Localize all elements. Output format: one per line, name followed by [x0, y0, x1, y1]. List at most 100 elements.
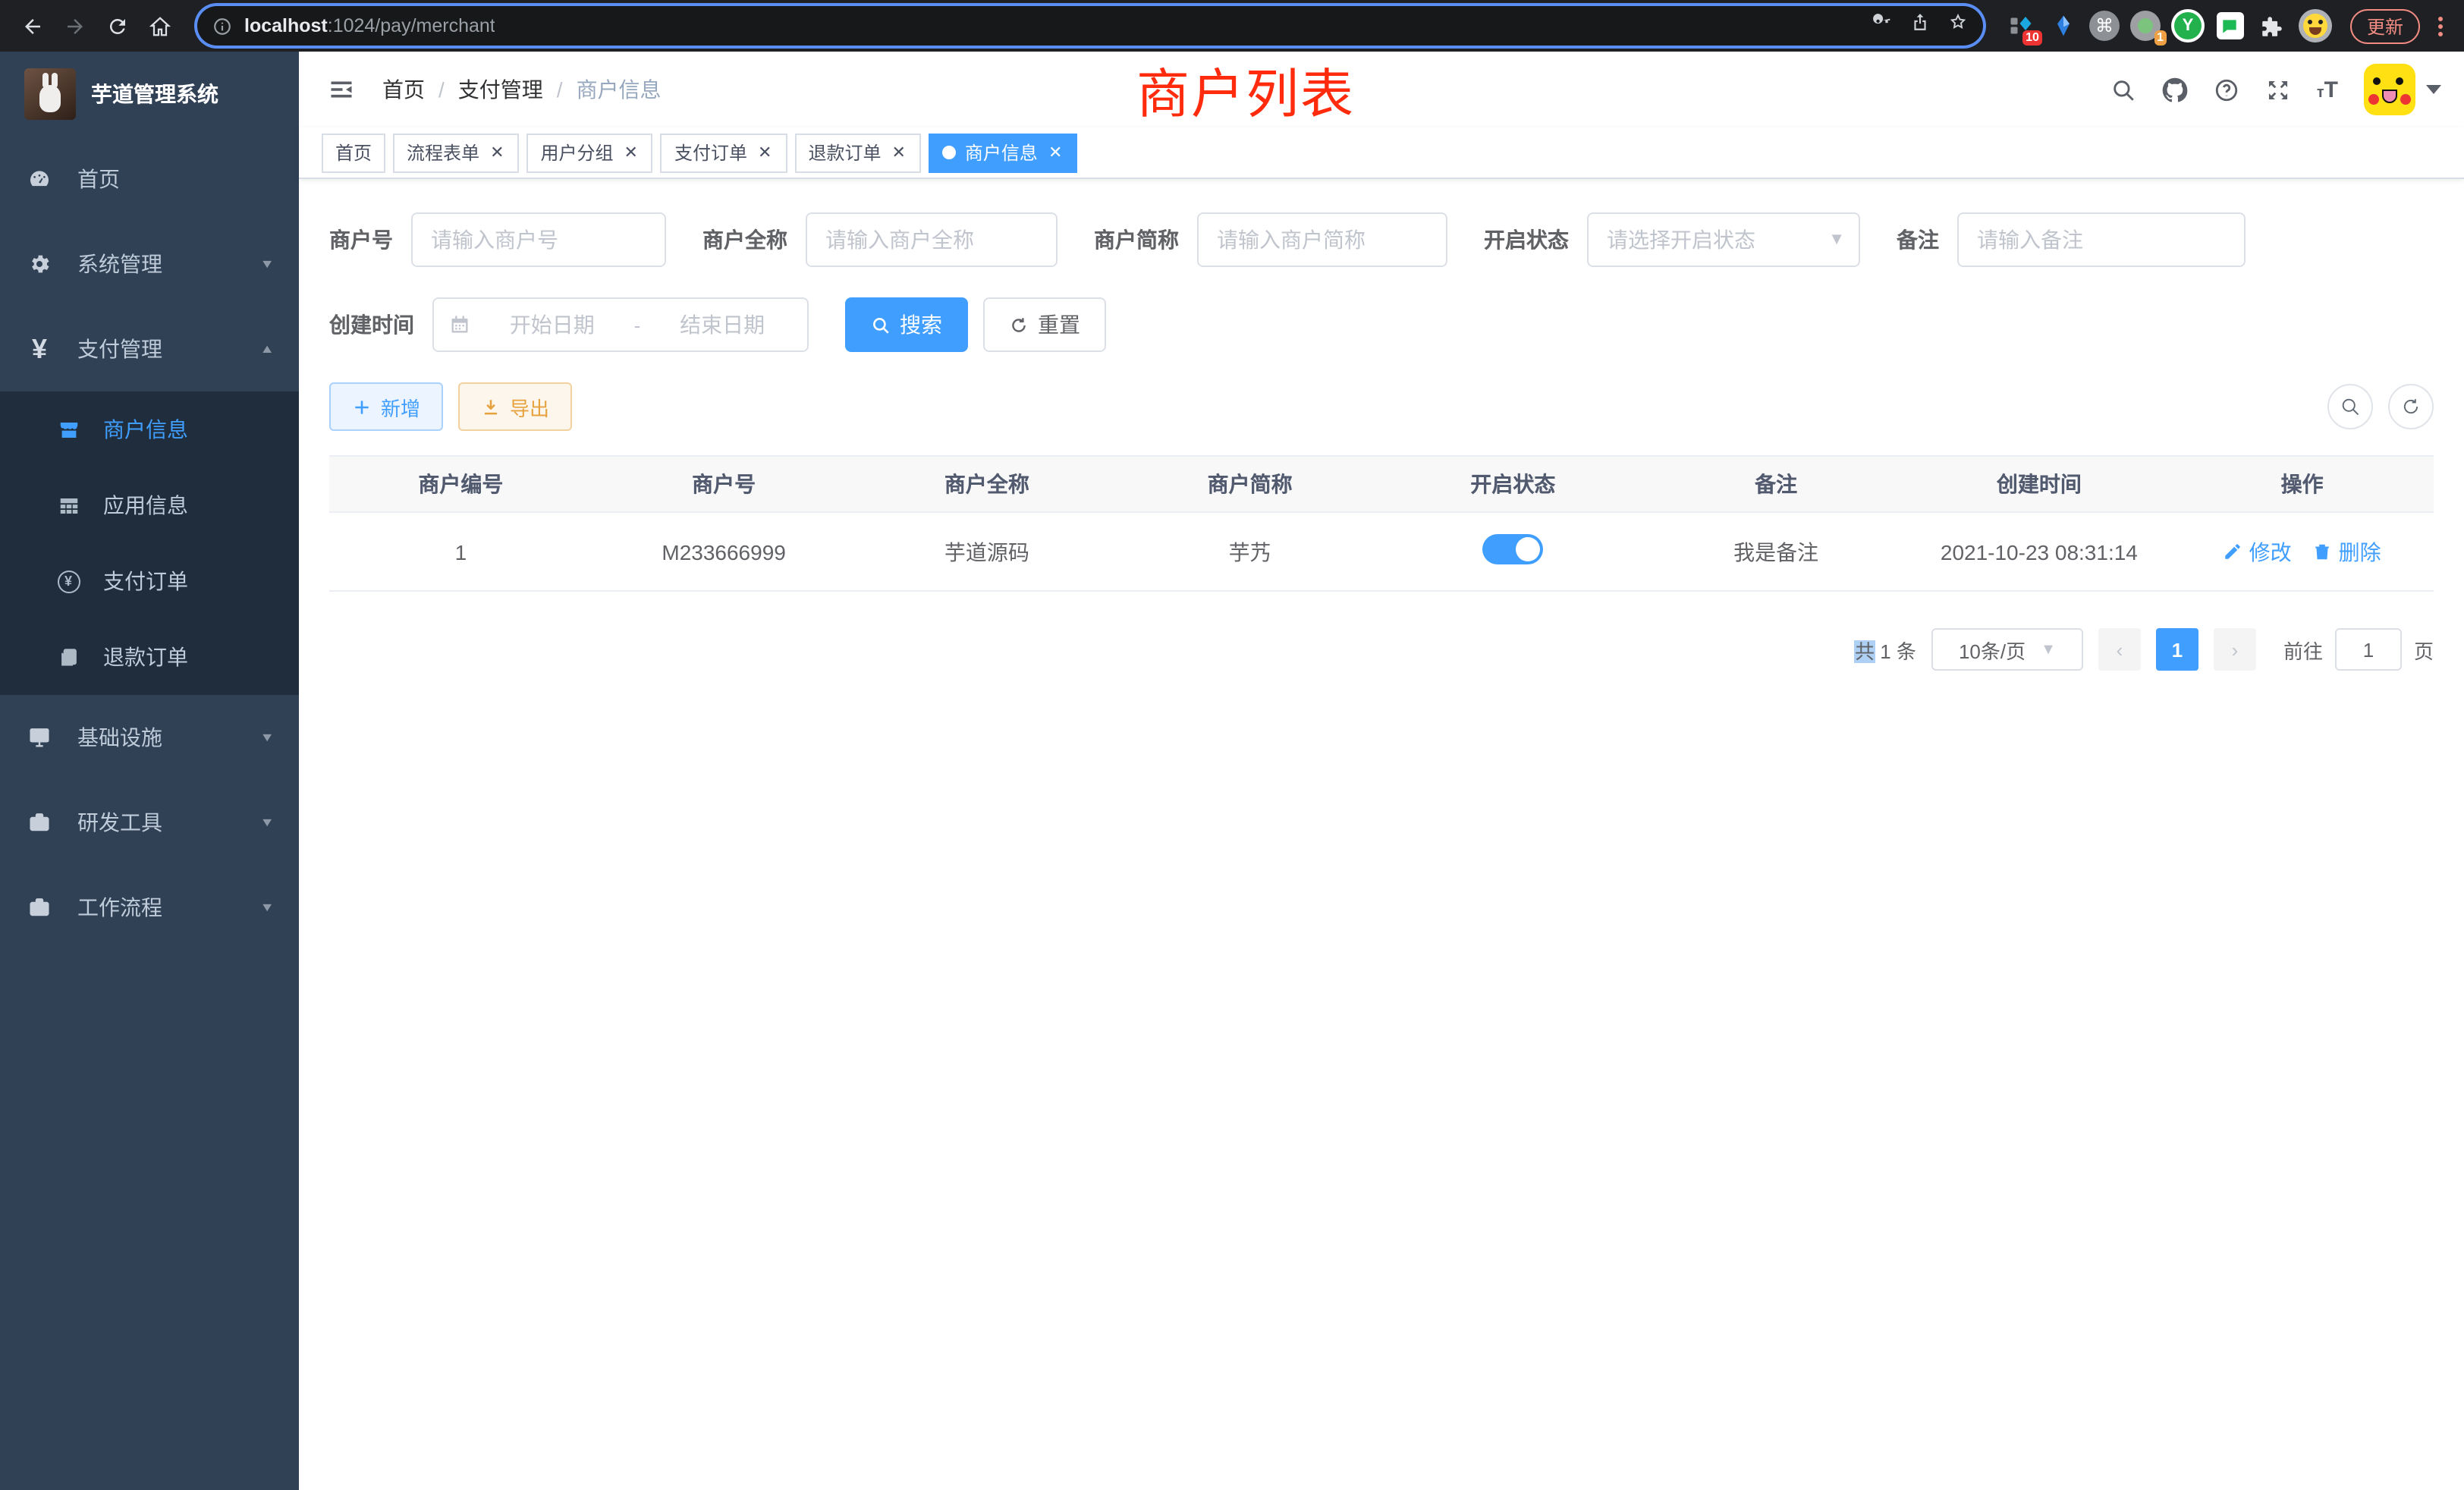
monitor-check-icon	[26, 725, 53, 750]
short-name-input[interactable]	[1197, 212, 1447, 267]
edit-link[interactable]: 修改	[2224, 536, 2292, 567]
fullscreen-icon[interactable]	[2265, 77, 2291, 102]
prev-page-button[interactable]: ‹	[2098, 628, 2141, 671]
sidebar-item-workflow[interactable]: 工作流程 ▼	[0, 865, 299, 950]
tags-view: 首页 流程表单✕ 用户分组✕ 支付订单✕ 退款订单✕ 商户信息✕	[299, 127, 2464, 179]
sidebar-item-home[interactable]: 首页	[0, 137, 299, 222]
extension-chat-icon[interactable]	[2214, 9, 2247, 42]
extension-tampermonkey-icon[interactable]: 10	[2004, 9, 2038, 42]
sidebar-item-label: 研发工具	[77, 807, 162, 838]
filter-row-2: 创建时间 开始日期 - 结束日期 搜索 重置	[329, 297, 2434, 352]
col-header: 开启状态	[1381, 469, 1645, 499]
chrome-update-button[interactable]: 更新	[2350, 8, 2420, 43]
password-key-icon[interactable]	[1872, 12, 1892, 39]
breadcrumb-home[interactable]: 首页	[382, 74, 425, 105]
merchant-no-label: 商户号	[329, 225, 393, 255]
add-button[interactable]: 新增	[329, 382, 443, 431]
refresh-icon-button[interactable]	[2388, 384, 2434, 429]
goto-label: 前往	[2283, 635, 2323, 664]
sidebar-item-label: 商户信息	[103, 414, 188, 445]
top-navbar: 首页 / 支付管理 / 商户信息 тT	[299, 52, 2464, 127]
chrome-menu-icon[interactable]	[2432, 16, 2449, 36]
sidebar-item-payment-mgmt[interactable]: ¥ 支付管理 ▲	[0, 306, 299, 391]
sidebar-item-infrastructure[interactable]: 基础设施 ▼	[0, 695, 299, 780]
close-icon[interactable]: ✕	[489, 143, 505, 162]
trash-icon	[2313, 542, 2333, 561]
table-toolbar: 新增 导出	[329, 382, 2434, 431]
chevron-down-icon: ▼	[259, 901, 275, 914]
extension-status-icon[interactable]: 1	[2129, 9, 2162, 42]
briefcase-icon	[26, 895, 53, 919]
close-icon[interactable]: ✕	[890, 143, 907, 162]
back-icon[interactable]	[15, 9, 49, 42]
pagination: 共 1 条 10条/页 ▼ ‹ 1 › 前往 页	[329, 628, 2434, 671]
sidebar-item-merchant-info[interactable]: 商户信息	[0, 391, 299, 467]
sidebar-collapse-icon[interactable]	[322, 76, 361, 103]
page-size-select[interactable]: 10条/页 ▼	[1931, 628, 2083, 671]
extension-kite-icon[interactable]	[2047, 9, 2080, 42]
page-number-1[interactable]: 1	[2156, 628, 2198, 671]
full-name-input[interactable]	[806, 212, 1058, 267]
page-annotation-title: 商户列表	[1136, 52, 1355, 129]
grid-icon	[56, 494, 80, 517]
reset-button[interactable]: 重置	[983, 297, 1106, 352]
close-icon[interactable]: ✕	[756, 143, 773, 162]
home-icon[interactable]	[143, 9, 176, 42]
total-count: 共 1 条	[1855, 635, 1916, 664]
tab-pay-order[interactable]: 支付订单✕	[661, 133, 787, 172]
extension-command-icon[interactable]: ⌘	[2089, 11, 2120, 41]
show-search-icon-button[interactable]	[2327, 384, 2373, 429]
filter-row-1: 商户号 商户全称 商户简称 开启状态	[329, 212, 2434, 267]
tab-home[interactable]: 首页	[322, 133, 385, 172]
extension-y-icon[interactable]: Y	[2171, 9, 2205, 42]
tab-merchant-info[interactable]: 商户信息✕	[929, 133, 1077, 172]
goto-suffix: 页	[2414, 635, 2434, 664]
remark-input[interactable]	[1957, 212, 2246, 267]
breadcrumb-section[interactable]: 支付管理	[458, 74, 543, 105]
status-select[interactable]: ▼	[1587, 212, 1860, 267]
tab-refund-order[interactable]: 退款订单✕	[794, 133, 920, 172]
profile-avatar-icon[interactable]	[2299, 9, 2332, 42]
address-bar[interactable]: localhost:1024/pay/merchant	[197, 6, 1983, 46]
breadcrumb: 首页 / 支付管理 / 商户信息	[382, 74, 662, 105]
status-select-input[interactable]	[1587, 212, 1860, 267]
close-icon[interactable]: ✕	[623, 143, 640, 162]
sidebar-item-system-mgmt[interactable]: 系统管理 ▼	[0, 222, 299, 306]
breadcrumb-separator: /	[438, 77, 445, 102]
sidebar-item-refund-order[interactable]: 退款订单	[0, 619, 299, 695]
logo-rabbit-image	[24, 68, 76, 120]
date-range-picker[interactable]: 开始日期 - 结束日期	[432, 297, 809, 352]
delete-link[interactable]: 删除	[2313, 536, 2381, 567]
extension-badge: 1	[2154, 30, 2167, 46]
help-icon[interactable]	[2214, 77, 2239, 102]
goto-page-input[interactable]	[2335, 628, 2402, 671]
forward-icon[interactable]	[58, 9, 91, 42]
calendar-icon	[449, 314, 470, 335]
table-header-row: 商户编号 商户号 商户全称 商户简称 开启状态 备注 创建时间 操作	[329, 457, 2434, 513]
bookmark-star-icon[interactable]	[1948, 12, 1968, 39]
extensions-puzzle-icon[interactable]	[2256, 9, 2290, 42]
close-icon[interactable]: ✕	[1047, 143, 1064, 162]
app-title: 芋道管理系统	[91, 79, 218, 109]
reload-icon[interactable]	[100, 9, 134, 42]
dashboard-icon	[26, 167, 53, 191]
url-text: localhost:1024/pay/merchant	[244, 15, 495, 36]
github-icon[interactable]	[2162, 77, 2188, 102]
tab-flow-form[interactable]: 流程表单✕	[393, 133, 519, 172]
col-header: 操作	[2170, 469, 2434, 499]
sidebar-item-app-info[interactable]: 应用信息	[0, 467, 299, 543]
merchant-no-input[interactable]	[411, 212, 666, 267]
share-icon[interactable]	[1910, 12, 1930, 39]
sidebar-item-pay-order[interactable]: ¥ 支付订单	[0, 543, 299, 619]
export-button[interactable]: 导出	[458, 382, 572, 431]
app-logo[interactable]: 芋道管理系统	[0, 52, 299, 137]
site-info-icon[interactable]	[212, 16, 232, 36]
search-button[interactable]: 搜索	[845, 297, 968, 352]
header-search-icon[interactable]	[2110, 77, 2136, 102]
next-page-button[interactable]: ›	[2214, 628, 2256, 671]
sidebar-item-dev-tools[interactable]: 研发工具 ▼	[0, 780, 299, 865]
user-menu[interactable]	[2364, 64, 2441, 115]
status-toggle[interactable]	[1482, 534, 1543, 564]
font-size-icon[interactable]: тT	[2317, 77, 2338, 102]
tab-user-group[interactable]: 用户分组✕	[527, 133, 653, 172]
